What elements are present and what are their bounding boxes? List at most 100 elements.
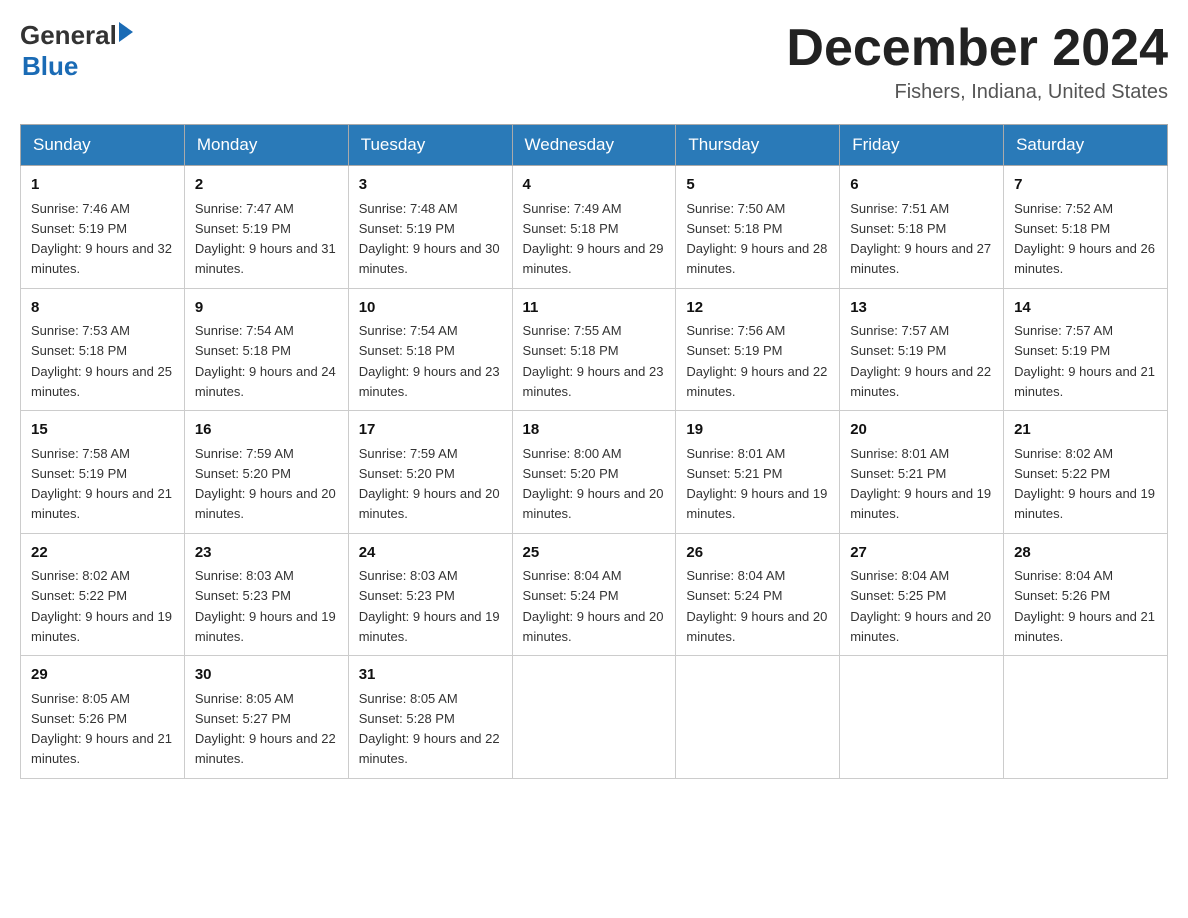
- day-number: 27: [850, 542, 993, 565]
- day-number: 15: [31, 419, 174, 442]
- day-number: 18: [523, 419, 666, 442]
- day-number: 29: [31, 664, 174, 687]
- day-info: Sunrise: 8:04 AMSunset: 5:24 PMDaylight:…: [523, 568, 664, 644]
- day-number: 25: [523, 542, 666, 565]
- table-row: 11 Sunrise: 7:55 AMSunset: 5:18 PMDaylig…: [512, 288, 676, 411]
- day-info: Sunrise: 7:59 AMSunset: 5:20 PMDaylight:…: [195, 446, 336, 522]
- table-row: 31 Sunrise: 8:05 AMSunset: 5:28 PMDaylig…: [348, 656, 512, 779]
- table-row: 18 Sunrise: 8:00 AMSunset: 5:20 PMDaylig…: [512, 411, 676, 534]
- day-number: 9: [195, 297, 338, 320]
- day-info: Sunrise: 8:04 AMSunset: 5:24 PMDaylight:…: [686, 568, 827, 644]
- table-row: 19 Sunrise: 8:01 AMSunset: 5:21 PMDaylig…: [676, 411, 840, 534]
- table-row: 1 Sunrise: 7:46 AMSunset: 5:19 PMDayligh…: [21, 166, 185, 289]
- table-row: 8 Sunrise: 7:53 AMSunset: 5:18 PMDayligh…: [21, 288, 185, 411]
- table-row: 22 Sunrise: 8:02 AMSunset: 5:22 PMDaylig…: [21, 533, 185, 656]
- day-number: 2: [195, 174, 338, 197]
- day-info: Sunrise: 7:52 AMSunset: 5:18 PMDaylight:…: [1014, 201, 1155, 277]
- day-info: Sunrise: 7:53 AMSunset: 5:18 PMDaylight:…: [31, 323, 172, 399]
- calendar-table: Sunday Monday Tuesday Wednesday Thursday…: [20, 124, 1168, 779]
- day-number: 10: [359, 297, 502, 320]
- day-number: 21: [1014, 419, 1157, 442]
- table-row: 3 Sunrise: 7:48 AMSunset: 5:19 PMDayligh…: [348, 166, 512, 289]
- day-info: Sunrise: 8:05 AMSunset: 5:27 PMDaylight:…: [195, 691, 336, 767]
- day-number: 11: [523, 297, 666, 320]
- day-info: Sunrise: 8:03 AMSunset: 5:23 PMDaylight:…: [195, 568, 336, 644]
- table-row: 25 Sunrise: 8:04 AMSunset: 5:24 PMDaylig…: [512, 533, 676, 656]
- table-row: [1004, 656, 1168, 779]
- logo-arrow-icon: [119, 22, 133, 42]
- table-row: 7 Sunrise: 7:52 AMSunset: 5:18 PMDayligh…: [1004, 166, 1168, 289]
- logo: General Blue: [20, 20, 133, 82]
- table-row: 17 Sunrise: 7:59 AMSunset: 5:20 PMDaylig…: [348, 411, 512, 534]
- calendar-week-row: 15 Sunrise: 7:58 AMSunset: 5:19 PMDaylig…: [21, 411, 1168, 534]
- day-number: 3: [359, 174, 502, 197]
- col-saturday: Saturday: [1004, 125, 1168, 166]
- day-number: 13: [850, 297, 993, 320]
- calendar-week-row: 22 Sunrise: 8:02 AMSunset: 5:22 PMDaylig…: [21, 533, 1168, 656]
- day-number: 1: [31, 174, 174, 197]
- table-row: 13 Sunrise: 7:57 AMSunset: 5:19 PMDaylig…: [840, 288, 1004, 411]
- page-header: General Blue December 2024 Fishers, Indi…: [20, 20, 1168, 104]
- day-number: 28: [1014, 542, 1157, 565]
- col-wednesday: Wednesday: [512, 125, 676, 166]
- day-info: Sunrise: 7:58 AMSunset: 5:19 PMDaylight:…: [31, 446, 172, 522]
- day-number: 17: [359, 419, 502, 442]
- table-row: 27 Sunrise: 8:04 AMSunset: 5:25 PMDaylig…: [840, 533, 1004, 656]
- logo-blue-text: Blue: [22, 51, 133, 82]
- calendar-week-row: 29 Sunrise: 8:05 AMSunset: 5:26 PMDaylig…: [21, 656, 1168, 779]
- calendar-week-row: 8 Sunrise: 7:53 AMSunset: 5:18 PMDayligh…: [21, 288, 1168, 411]
- title-section: December 2024 Fishers, Indiana, United S…: [786, 20, 1168, 104]
- logo-general-text: General: [20, 20, 117, 51]
- day-info: Sunrise: 7:59 AMSunset: 5:20 PMDaylight:…: [359, 446, 500, 522]
- day-number: 26: [686, 542, 829, 565]
- day-info: Sunrise: 7:55 AMSunset: 5:18 PMDaylight:…: [523, 323, 664, 399]
- table-row: 30 Sunrise: 8:05 AMSunset: 5:27 PMDaylig…: [184, 656, 348, 779]
- day-info: Sunrise: 8:01 AMSunset: 5:21 PMDaylight:…: [850, 446, 991, 522]
- day-info: Sunrise: 8:00 AMSunset: 5:20 PMDaylight:…: [523, 446, 664, 522]
- day-info: Sunrise: 7:54 AMSunset: 5:18 PMDaylight:…: [359, 323, 500, 399]
- day-number: 12: [686, 297, 829, 320]
- day-info: Sunrise: 7:50 AMSunset: 5:18 PMDaylight:…: [686, 201, 827, 277]
- table-row: 6 Sunrise: 7:51 AMSunset: 5:18 PMDayligh…: [840, 166, 1004, 289]
- day-info: Sunrise: 7:49 AMSunset: 5:18 PMDaylight:…: [523, 201, 664, 277]
- calendar-week-row: 1 Sunrise: 7:46 AMSunset: 5:19 PMDayligh…: [21, 166, 1168, 289]
- day-info: Sunrise: 7:57 AMSunset: 5:19 PMDaylight:…: [850, 323, 991, 399]
- table-row: 15 Sunrise: 7:58 AMSunset: 5:19 PMDaylig…: [21, 411, 185, 534]
- day-info: Sunrise: 8:05 AMSunset: 5:28 PMDaylight:…: [359, 691, 500, 767]
- day-info: Sunrise: 8:04 AMSunset: 5:25 PMDaylight:…: [850, 568, 991, 644]
- location-subtitle: Fishers, Indiana, United States: [786, 81, 1168, 104]
- day-number: 22: [31, 542, 174, 565]
- day-number: 7: [1014, 174, 1157, 197]
- table-row: 28 Sunrise: 8:04 AMSunset: 5:26 PMDaylig…: [1004, 533, 1168, 656]
- table-row: 24 Sunrise: 8:03 AMSunset: 5:23 PMDaylig…: [348, 533, 512, 656]
- table-row: 21 Sunrise: 8:02 AMSunset: 5:22 PMDaylig…: [1004, 411, 1168, 534]
- col-sunday: Sunday: [21, 125, 185, 166]
- table-row: 12 Sunrise: 7:56 AMSunset: 5:19 PMDaylig…: [676, 288, 840, 411]
- day-info: Sunrise: 7:54 AMSunset: 5:18 PMDaylight:…: [195, 323, 336, 399]
- day-info: Sunrise: 8:02 AMSunset: 5:22 PMDaylight:…: [1014, 446, 1155, 522]
- day-info: Sunrise: 7:56 AMSunset: 5:19 PMDaylight:…: [686, 323, 827, 399]
- table-row: 5 Sunrise: 7:50 AMSunset: 5:18 PMDayligh…: [676, 166, 840, 289]
- day-number: 30: [195, 664, 338, 687]
- day-number: 31: [359, 664, 502, 687]
- table-row: 23 Sunrise: 8:03 AMSunset: 5:23 PMDaylig…: [184, 533, 348, 656]
- day-number: 14: [1014, 297, 1157, 320]
- day-number: 4: [523, 174, 666, 197]
- day-info: Sunrise: 8:05 AMSunset: 5:26 PMDaylight:…: [31, 691, 172, 767]
- day-info: Sunrise: 7:48 AMSunset: 5:19 PMDaylight:…: [359, 201, 500, 277]
- day-info: Sunrise: 8:03 AMSunset: 5:23 PMDaylight:…: [359, 568, 500, 644]
- table-row: [676, 656, 840, 779]
- day-number: 20: [850, 419, 993, 442]
- table-row: 20 Sunrise: 8:01 AMSunset: 5:21 PMDaylig…: [840, 411, 1004, 534]
- day-info: Sunrise: 7:46 AMSunset: 5:19 PMDaylight:…: [31, 201, 172, 277]
- table-row: 10 Sunrise: 7:54 AMSunset: 5:18 PMDaylig…: [348, 288, 512, 411]
- day-number: 8: [31, 297, 174, 320]
- day-number: 24: [359, 542, 502, 565]
- table-row: 29 Sunrise: 8:05 AMSunset: 5:26 PMDaylig…: [21, 656, 185, 779]
- col-friday: Friday: [840, 125, 1004, 166]
- day-info: Sunrise: 8:02 AMSunset: 5:22 PMDaylight:…: [31, 568, 172, 644]
- table-row: 9 Sunrise: 7:54 AMSunset: 5:18 PMDayligh…: [184, 288, 348, 411]
- table-row: 4 Sunrise: 7:49 AMSunset: 5:18 PMDayligh…: [512, 166, 676, 289]
- day-info: Sunrise: 7:57 AMSunset: 5:19 PMDaylight:…: [1014, 323, 1155, 399]
- day-info: Sunrise: 7:47 AMSunset: 5:19 PMDaylight:…: [195, 201, 336, 277]
